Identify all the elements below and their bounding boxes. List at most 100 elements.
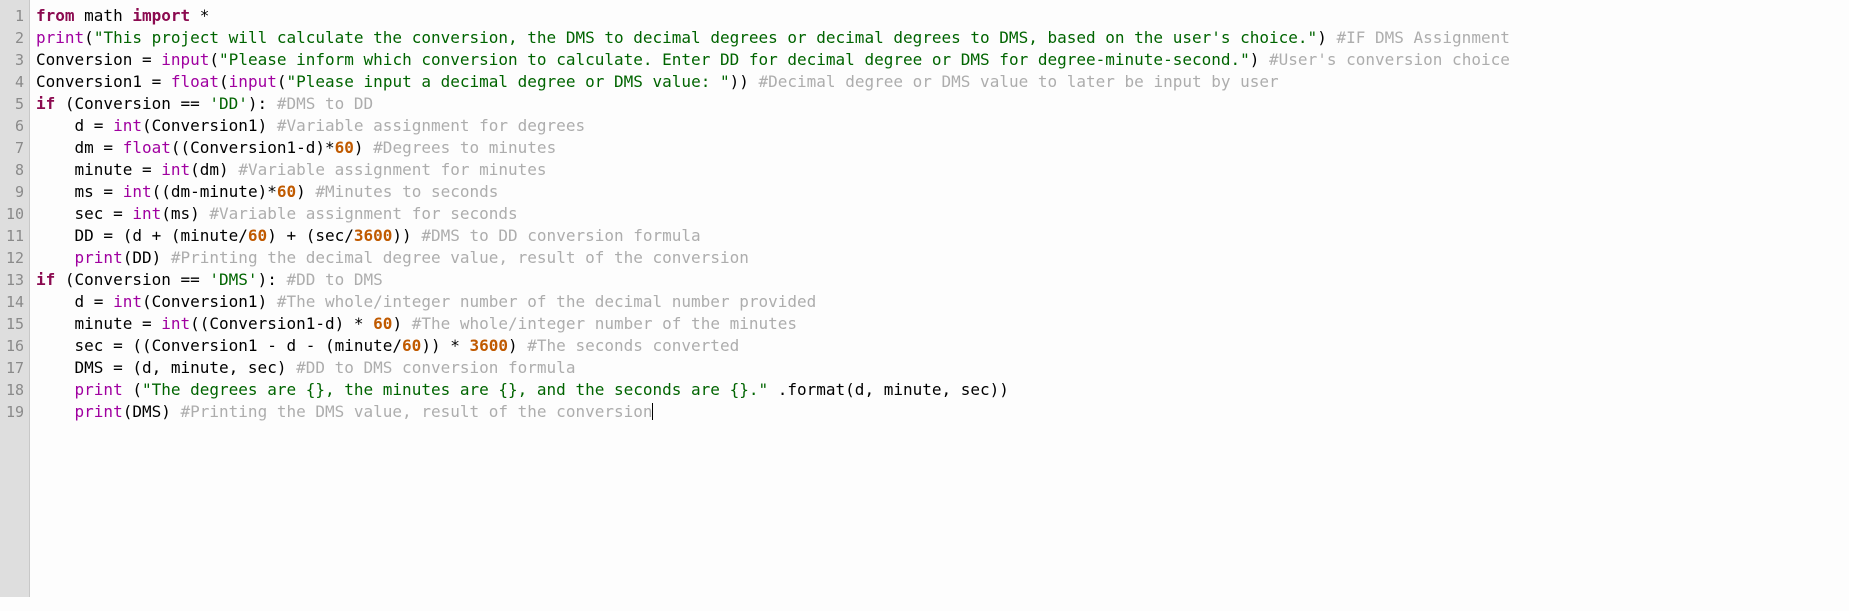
code-token-plain: ) bbox=[296, 182, 316, 201]
code-editor[interactable]: 1 2 3 4 5 6 7 8 9 10 11 12 13 14 15 16 17 18 19 from math … bbox=[0, 0, 1849, 611]
code-text-area[interactable]: from math import * print("This project wi… bbox=[30, 0, 1849, 423]
code-line[interactable]: from math import * bbox=[36, 5, 1849, 27]
code-token-com: #The seconds converted bbox=[527, 336, 740, 355]
code-line[interactable]: dm = float((Conversion1-d)*60) #Degrees … bbox=[36, 137, 1849, 159]
code-token-builtin: int bbox=[161, 314, 191, 333]
code-token-plain: ) bbox=[353, 138, 374, 157]
code-line[interactable]: sec = int(ms) #Variable assignment for s… bbox=[36, 203, 1849, 225]
code-line[interactable]: print(DMS) #Printing the DMS value, resu… bbox=[36, 401, 1849, 423]
code-token-num: 3600 bbox=[469, 336, 509, 355]
code-line[interactable]: print(DD) #Printing the decimal degree v… bbox=[36, 247, 1849, 269]
code-token-plain: ): bbox=[247, 94, 277, 113]
line-number: 11 bbox=[5, 227, 24, 245]
code-token-com: #IF DMS Assignment bbox=[1336, 28, 1510, 47]
code-token-com: #Variable assignment for seconds bbox=[209, 204, 518, 223]
code-token-plain: (Conversion == bbox=[55, 270, 210, 289]
code-token-kw: import bbox=[132, 6, 191, 25]
code-token-plain: ms = bbox=[36, 182, 123, 201]
code-token-plain: (DMS) bbox=[122, 402, 181, 421]
code-token-plain: ((Conversion1-d)* bbox=[170, 138, 335, 157]
line-number: 15 bbox=[5, 315, 24, 333]
line-number: 4 bbox=[14, 73, 24, 91]
code-token-plain: ) bbox=[1317, 28, 1337, 47]
code-token-com: #DMS to DD bbox=[276, 94, 374, 113]
code-token-str: "Please input a decimal degree or DMS va… bbox=[286, 72, 730, 91]
code-token-plain: ( bbox=[219, 72, 229, 91]
code-token-plain: DD = (d + (minute/ bbox=[36, 226, 248, 245]
code-token-com: #Minutes to seconds bbox=[315, 182, 499, 201]
code-token-builtin: print bbox=[74, 380, 123, 399]
line-number-gutter: 1 2 3 4 5 6 7 8 9 10 11 12 13 14 15 16 17 18 19 bbox=[0, 0, 30, 597]
code-token-plain: DMS = (d, minute, sec) bbox=[36, 358, 297, 377]
line-number: 19 bbox=[5, 403, 24, 421]
code-line[interactable]: ms = int((dm-minute)*60) #Minutes to sec… bbox=[36, 181, 1849, 203]
code-token-plain: (dm) bbox=[190, 160, 239, 179]
code-line[interactable]: DD = (d + (minute/60) + (sec/3600)) #DMS… bbox=[36, 225, 1849, 247]
code-token-builtin: print bbox=[36, 28, 85, 47]
code-token-plain: (Conversion1) bbox=[141, 292, 277, 311]
line-number: 7 bbox=[14, 139, 24, 157]
code-token-plain: (DD) bbox=[122, 248, 171, 267]
code-token-plain: ( bbox=[84, 28, 94, 47]
editor-bottom-filler bbox=[0, 597, 1849, 611]
code-editor-viewport[interactable]: 1 2 3 4 5 6 7 8 9 10 11 12 13 14 15 16 17 18 19 from math … bbox=[0, 0, 1849, 597]
code-token-plain: ) bbox=[392, 314, 412, 333]
code-token-str: 'DD' bbox=[209, 94, 248, 113]
code-token-plain: ( bbox=[122, 380, 142, 399]
code-token-plain: sec = ((Conversion1 - d - (minute/ bbox=[36, 336, 403, 355]
line-number: 9 bbox=[14, 183, 24, 201]
code-line[interactable]: d = int(Conversion1) #Variable assignmen… bbox=[36, 115, 1849, 137]
code-token-str: "This project will calculate the convers… bbox=[93, 28, 1318, 47]
code-line[interactable]: sec = ((Conversion1 - d - (minute/60)) *… bbox=[36, 335, 1849, 357]
code-token-plain: d = bbox=[36, 116, 114, 135]
line-number: 16 bbox=[5, 337, 24, 355]
code-line[interactable]: DMS = (d, minute, sec) #DD to DMS conver… bbox=[36, 357, 1849, 379]
code-token-kw: if bbox=[36, 94, 56, 113]
code-line[interactable]: if (Conversion == 'DD'): #DMS to DD bbox=[36, 93, 1849, 115]
code-token-builtin: print bbox=[74, 248, 123, 267]
code-line[interactable]: print ("The degrees are {}, the minutes … bbox=[36, 379, 1849, 401]
code-token-kw: if bbox=[36, 270, 56, 289]
code-token-builtin: input bbox=[228, 72, 277, 91]
line-number: 12 bbox=[5, 249, 24, 267]
code-token-builtin: float bbox=[122, 138, 171, 157]
line-number: 1 bbox=[14, 7, 24, 25]
line-number: 3 bbox=[14, 51, 24, 69]
line-number: 18 bbox=[5, 381, 24, 399]
code-token-com: #DD to DMS conversion formula bbox=[296, 358, 576, 377]
code-token-builtin: int bbox=[113, 116, 142, 135]
code-token-plain: Conversion = bbox=[36, 50, 162, 69]
code-line[interactable]: minute = int(dm) #Variable assignment fo… bbox=[36, 159, 1849, 181]
code-token-com: #Printing the DMS value, result of the c… bbox=[180, 402, 653, 421]
code-token-num: 3600 bbox=[353, 226, 393, 245]
code-token-plain: dm = bbox=[36, 138, 123, 157]
code-token-plain: ): bbox=[257, 270, 287, 289]
text-caret bbox=[651, 403, 653, 420]
code-token-plain: minute = bbox=[36, 160, 162, 179]
code-line[interactable]: d = int(Conversion1) #The whole/integer … bbox=[36, 291, 1849, 313]
line-number: 17 bbox=[5, 359, 24, 377]
code-token-plain: sec = bbox=[36, 204, 133, 223]
code-token-com: #DD to DMS bbox=[286, 270, 383, 289]
code-token-num: 60 bbox=[276, 182, 297, 201]
code-line[interactable]: minute = int((Conversion1-d) * 60) #The … bbox=[36, 313, 1849, 335]
code-token-num: 60 bbox=[247, 226, 268, 245]
code-token-com: #Decimal degree or DMS value to later be… bbox=[758, 72, 1279, 91]
code-token-plain: )) bbox=[729, 72, 759, 91]
code-token-builtin: float bbox=[170, 72, 220, 91]
code-line[interactable]: Conversion1 = float(input("Please input … bbox=[36, 71, 1849, 93]
line-number: 2 bbox=[14, 29, 24, 47]
code-line[interactable]: Conversion = input("Please inform which … bbox=[36, 49, 1849, 71]
code-line[interactable]: if (Conversion == 'DMS'): #DD to DMS bbox=[36, 269, 1849, 291]
code-token-com: #The whole/integer number of the minutes bbox=[411, 314, 798, 333]
code-token-str: "Please inform which conversion to calcu… bbox=[219, 50, 1250, 69]
code-token-com: #Printing the decimal degree value, resu… bbox=[170, 248, 749, 267]
code-line[interactable]: print("This project will calculate the c… bbox=[36, 27, 1849, 49]
code-token-plain: d = bbox=[36, 292, 114, 311]
code-token-plain: )) * bbox=[421, 336, 470, 355]
code-token-com: #Variable assignment for minutes bbox=[238, 160, 547, 179]
code-token-num: 60 bbox=[334, 138, 354, 157]
code-token-builtin: int bbox=[161, 160, 191, 179]
